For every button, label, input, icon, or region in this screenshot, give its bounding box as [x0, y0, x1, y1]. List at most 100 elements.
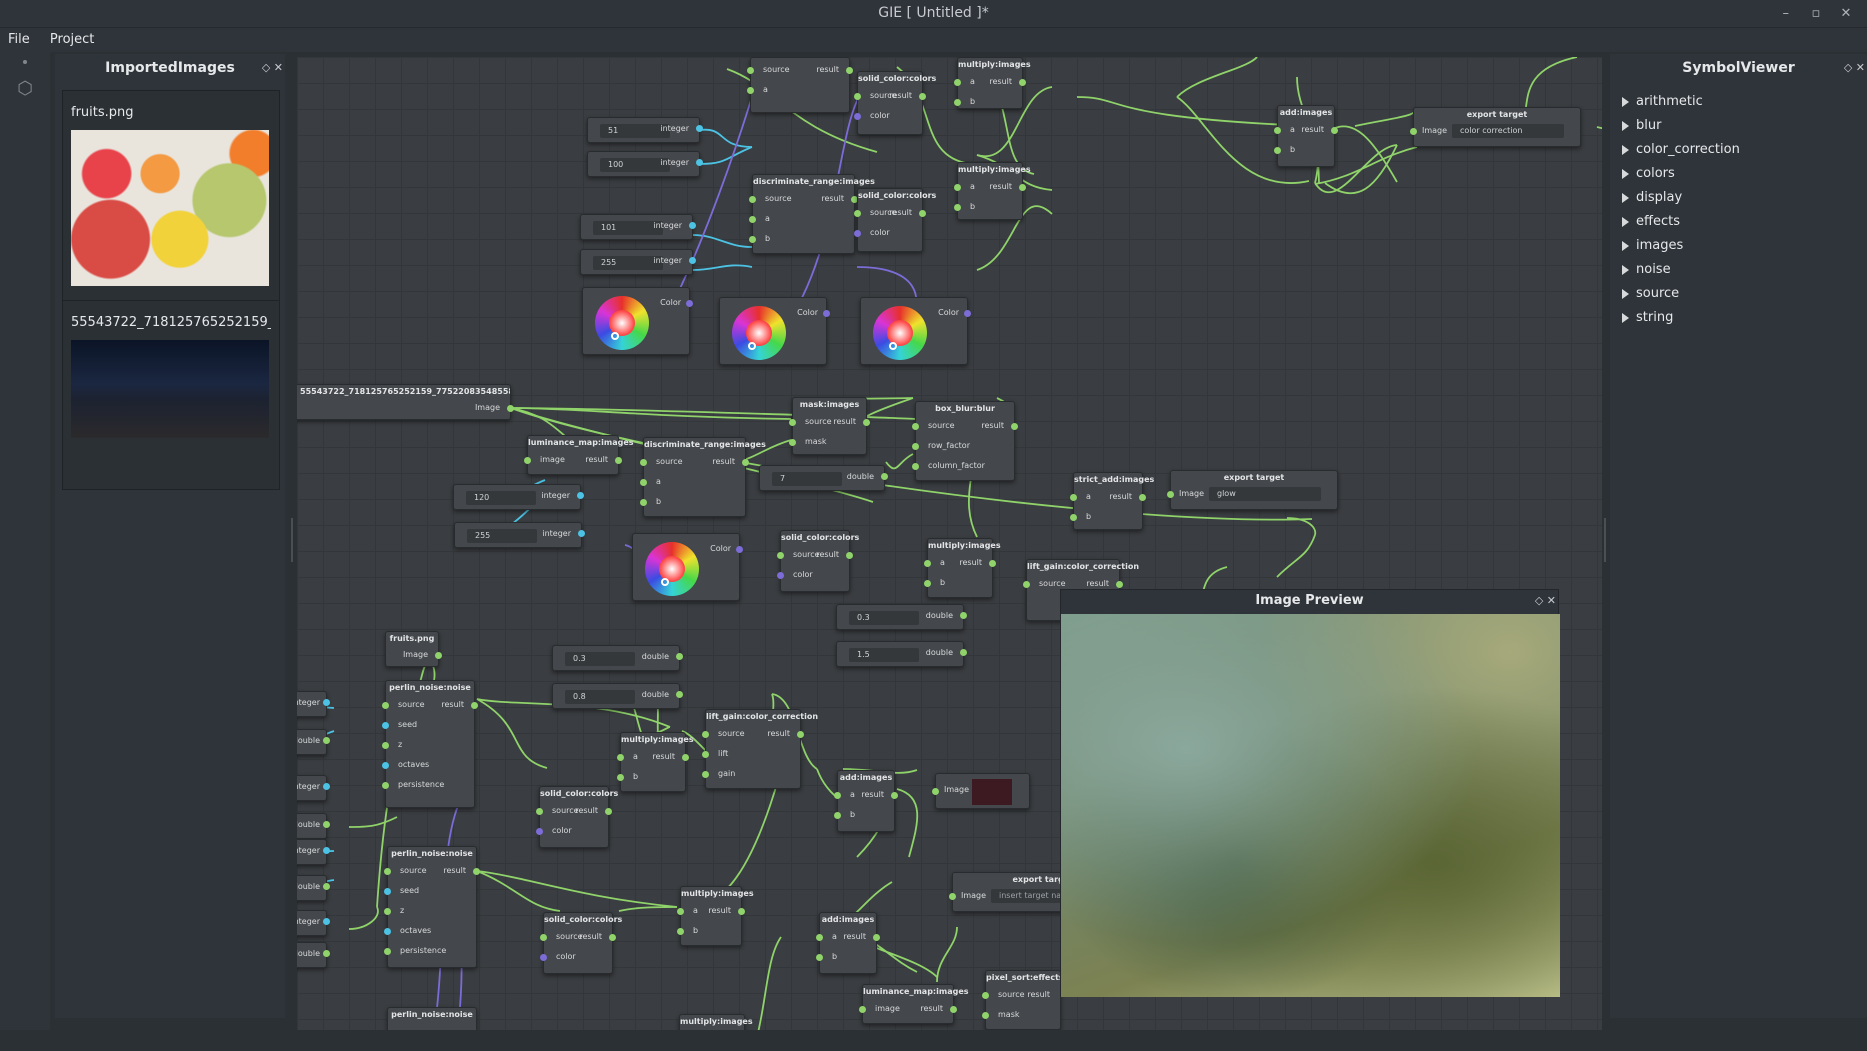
output-port[interactable]: [473, 868, 480, 875]
integer-node[interactable]: integer: [297, 775, 330, 801]
output-port[interactable]: [797, 731, 804, 738]
add-node[interactable]: add:images a result b: [834, 770, 898, 832]
input-port[interactable]: [382, 702, 389, 709]
output-port[interactable]: [1331, 127, 1338, 134]
input-port[interactable]: [640, 459, 647, 466]
input-port[interactable]: [382, 762, 389, 769]
input-port[interactable]: [747, 67, 754, 74]
input-port[interactable]: [640, 479, 647, 486]
double-node[interactable]: 7 double: [759, 465, 888, 491]
input-port[interactable]: [536, 808, 543, 815]
output-port[interactable]: [873, 934, 880, 941]
output-port[interactable]: [689, 257, 696, 264]
tree-item-noise[interactable]: noise: [1610, 258, 1867, 282]
input-port[interactable]: [617, 754, 624, 761]
input-port[interactable]: [816, 934, 823, 941]
input-port[interactable]: [617, 774, 624, 781]
output-port[interactable]: [615, 457, 622, 464]
integer-node[interactable]: 101 integer: [580, 214, 696, 240]
input-port[interactable]: [982, 992, 989, 999]
input-port[interactable]: [816, 954, 823, 961]
output-port[interactable]: [323, 918, 330, 925]
color-picker-node[interactable]: Color: [582, 287, 693, 355]
output-port[interactable]: [696, 125, 703, 132]
close-icon[interactable]: ✕: [1547, 594, 1556, 607]
input-port[interactable]: [834, 792, 841, 799]
input-port[interactable]: [524, 457, 531, 464]
close-icon[interactable]: ✕: [274, 61, 283, 74]
solid-color-node[interactable]: solid_color:colors source result color: [854, 188, 936, 252]
double-field[interactable]: 0.8: [565, 690, 635, 704]
output-port[interactable]: [682, 754, 689, 761]
color-picker-node[interactable]: Color: [860, 297, 971, 365]
color-picker-node[interactable]: Color: [719, 297, 830, 365]
node-box[interactable]: source result a: [747, 57, 853, 113]
solid-color-node[interactable]: solid_color:colors source result color: [777, 530, 859, 592]
input-port[interactable]: [1274, 127, 1281, 134]
multiply-node[interactable]: multiply:images a result b: [924, 538, 1001, 598]
input-port[interactable]: [789, 419, 796, 426]
input-port[interactable]: [854, 230, 861, 237]
input-port[interactable]: [859, 1006, 866, 1013]
output-port[interactable]: [676, 653, 683, 660]
input-port[interactable]: [677, 928, 684, 935]
export-target-node[interactable]: export target Image glow: [1167, 470, 1338, 510]
input-port[interactable]: [384, 888, 391, 895]
input-port[interactable]: [540, 934, 547, 941]
input-port[interactable]: [702, 751, 709, 758]
float-icon[interactable]: ◇: [262, 61, 270, 74]
target-name-field[interactable]: glow: [1209, 487, 1321, 501]
input-port[interactable]: [702, 731, 709, 738]
color-wheel-icon[interactable]: [595, 296, 649, 350]
output-port[interactable]: [435, 652, 442, 659]
export-target-node[interactable]: export target Image color correction: [1410, 107, 1581, 147]
output-port[interactable]: [964, 310, 971, 317]
discriminate-range-node[interactable]: discriminate_range:images source result a b: [749, 174, 875, 254]
add-node[interactable]: add:images a result b: [816, 912, 880, 974]
integer-node[interactable]: 255 integer: [454, 522, 585, 548]
float-icon[interactable]: ◇: [1844, 61, 1852, 74]
image-list[interactable]: fruits.png 55543722_718125765252159_775: [62, 90, 280, 490]
color-wheel-icon[interactable]: [645, 542, 699, 596]
image-viewer-node[interactable]: Image: [932, 773, 1030, 809]
output-port[interactable]: [846, 552, 853, 559]
double-node[interactable]: 0.3 double: [836, 604, 967, 630]
output-port[interactable]: [823, 310, 830, 317]
tree-item-effects[interactable]: effects: [1610, 210, 1867, 234]
input-port[interactable]: [954, 79, 961, 86]
float-icon[interactable]: ◇: [1535, 594, 1543, 607]
solid-color-node[interactable]: solid_color:colors source result color: [536, 786, 618, 848]
output-port[interactable]: [696, 159, 703, 166]
input-port[interactable]: [382, 742, 389, 749]
solid-color-node[interactable]: solid_color:colors source result color: [854, 71, 936, 135]
output-port[interactable]: [960, 612, 967, 619]
input-port[interactable]: [912, 463, 919, 470]
output-port[interactable]: [471, 702, 478, 709]
input-port[interactable]: [540, 954, 547, 961]
integer-node[interactable]: integer: [297, 839, 330, 865]
double-field[interactable]: 1.5: [849, 648, 919, 662]
input-port[interactable]: [747, 87, 754, 94]
output-port[interactable]: [689, 222, 696, 229]
splitter-handle[interactable]: [291, 518, 293, 562]
input-port[interactable]: [932, 788, 939, 795]
input-port[interactable]: [384, 868, 391, 875]
image-item-fruits[interactable]: fruits.png: [63, 91, 279, 286]
multiply-node[interactable]: multiply:images a result b: [954, 57, 1031, 109]
input-port[interactable]: [382, 722, 389, 729]
input-port[interactable]: [949, 893, 956, 900]
double-field[interactable]: 0.3: [849, 611, 919, 625]
input-port[interactable]: [677, 908, 684, 915]
target-name-field[interactable]: color correction: [1452, 124, 1564, 138]
output-port[interactable]: [578, 530, 585, 537]
double-node[interactable]: double: [297, 942, 330, 968]
close-button[interactable]: ✕: [1833, 0, 1859, 27]
integer-field[interactable]: 255: [467, 529, 537, 543]
output-port[interactable]: [989, 560, 996, 567]
input-port[interactable]: [954, 99, 961, 106]
output-port[interactable]: [950, 1006, 957, 1013]
perlin-noise-node[interactable]: perlin_noise:noise source result seed z octav…: [382, 680, 478, 808]
strict-add-node[interactable]: strict_add:images a result b: [1070, 472, 1154, 530]
input-port[interactable]: [1023, 581, 1030, 588]
luminance-map-node[interactable]: luminance_map:images image result: [859, 984, 969, 1024]
